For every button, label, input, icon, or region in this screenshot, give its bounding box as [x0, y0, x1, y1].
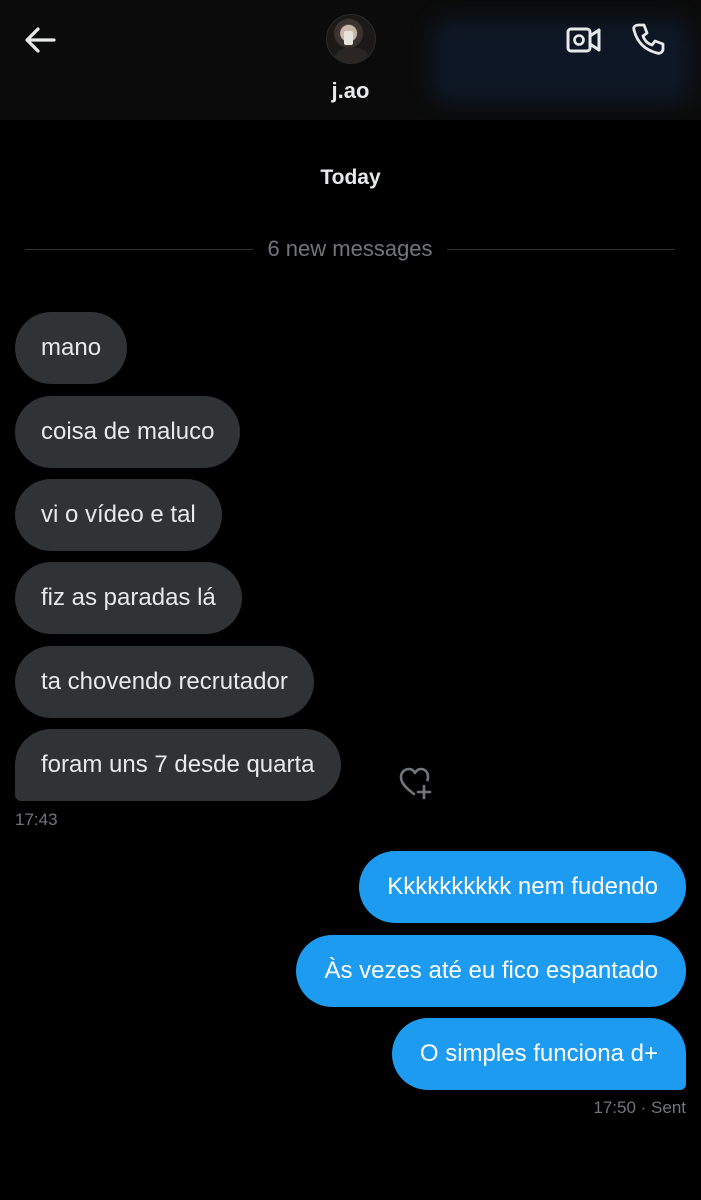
- avatar[interactable]: [326, 14, 376, 64]
- chat-header: j.ao: [0, 0, 701, 120]
- incoming-timestamp: 17:43: [15, 810, 58, 829]
- incoming-message[interactable]: coisa de maluco: [15, 396, 241, 468]
- incoming-message[interactable]: foram uns 7 desde quarta: [15, 729, 341, 801]
- day-separator: Today: [320, 166, 381, 189]
- incoming-message[interactable]: fiz as paradas lá: [15, 562, 242, 634]
- new-messages-divider: 6 new messages: [25, 234, 675, 264]
- outgoing-message[interactable]: Kkkkkkkkkk nem fudendo: [359, 851, 686, 923]
- video-camera-icon: [566, 27, 601, 53]
- outgoing-message[interactable]: O simples funciona d+: [391, 1018, 686, 1090]
- arrow-left-icon: [25, 27, 56, 53]
- video-call-button[interactable]: [565, 22, 603, 58]
- incoming-message[interactable]: ta chovendo recrutador: [15, 646, 314, 718]
- phone-icon: [632, 23, 665, 55]
- divider-line-left: [25, 248, 254, 250]
- outgoing-status: 17:50 · Sent: [593, 1098, 686, 1117]
- divider-line-right: [446, 248, 675, 250]
- back-button[interactable]: [20, 22, 60, 58]
- add-reaction-button[interactable]: [397, 764, 435, 802]
- heart-plus-icon: [399, 767, 432, 800]
- voice-call-button[interactable]: [629, 20, 667, 58]
- incoming-message[interactable]: vi o vídeo e tal: [15, 479, 222, 551]
- outgoing-message[interactable]: Às vezes até eu fico espantado: [296, 935, 686, 1007]
- incoming-message[interactable]: mano: [15, 312, 128, 384]
- dm-screen: j.ao Today 6 new messages mano coisa de …: [0, 0, 701, 1200]
- new-messages-label: 6 new messages: [267, 236, 433, 261]
